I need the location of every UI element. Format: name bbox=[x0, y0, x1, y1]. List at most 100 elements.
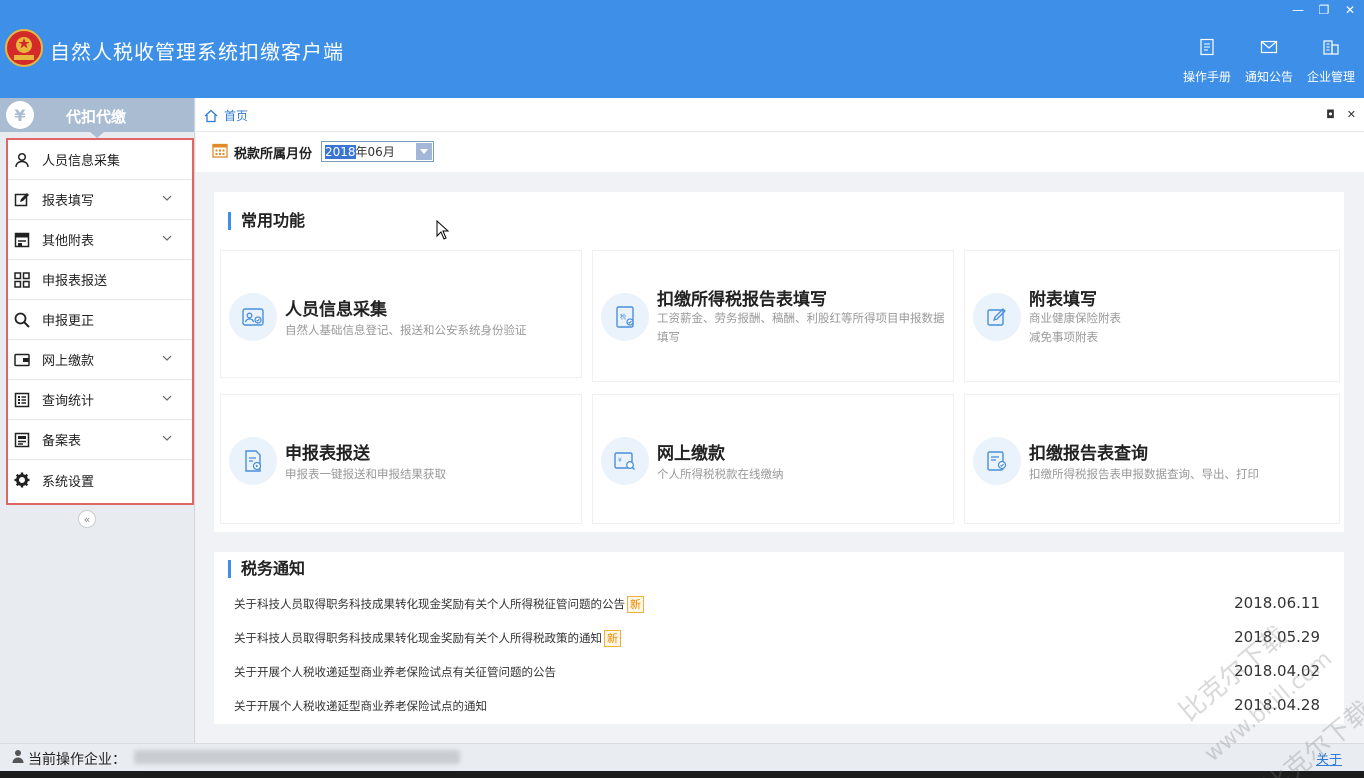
header-toolbar: 操作手册 通知公告 企业管理 bbox=[1180, 38, 1358, 85]
national-emblem-icon bbox=[5, 29, 43, 67]
current-company-value-blurred bbox=[134, 750, 460, 764]
document-icon bbox=[14, 432, 30, 447]
new-badge: 新 bbox=[627, 596, 644, 613]
card-desc: 商业健康保险附表 bbox=[1029, 311, 1121, 325]
sidebar-item-report-fill[interactable]: 报表填写 bbox=[8, 180, 192, 220]
sidebar-item-label: 系统设置 bbox=[42, 474, 95, 490]
dropdown-arrow-icon[interactable] bbox=[416, 143, 432, 160]
chevron-down-icon bbox=[162, 195, 172, 201]
notice-text: 关于开展个人税收递延型商业养老保险试点有关征管问题的公告 bbox=[234, 665, 556, 679]
submit-form-icon bbox=[245, 450, 262, 472]
chevron-down-icon bbox=[162, 235, 172, 241]
sidebar-title: 代扣代缴 bbox=[66, 108, 127, 126]
sidebar-item-label: 人员信息采集 bbox=[42, 154, 121, 169]
tab-home-label: 首页 bbox=[224, 109, 249, 123]
card-desc: 个人所得税税款在线缴纳 bbox=[657, 467, 784, 481]
svg-text:¥: ¥ bbox=[618, 457, 622, 464]
new-badge: 新 bbox=[604, 630, 621, 647]
search-icon bbox=[14, 312, 30, 328]
notice-date: 2018.05.29 bbox=[1234, 628, 1320, 646]
svg-text:税: 税 bbox=[620, 313, 626, 321]
tax-notice-title: 税务通知 bbox=[228, 560, 305, 578]
gear-icon bbox=[14, 472, 30, 488]
sidebar-item-system-settings[interactable]: 系统设置 bbox=[8, 460, 192, 500]
sidebar-item-other-attachments[interactable]: 其他附表 bbox=[8, 220, 192, 260]
card-title: 扣缴所得税报告表填写 bbox=[657, 290, 827, 310]
notice-item[interactable]: 关于开展个人税收递延型商业养老保险试点有关征管问题的公告 2018.04.02 bbox=[234, 660, 1334, 684]
card-icon-wrap: ¥ bbox=[601, 437, 649, 485]
notice-text-wrap: 关于科技人员取得职务科技成果转化现金奖励有关个人所得税征管问题的公告新 bbox=[234, 596, 644, 613]
card-icon-wrap bbox=[229, 293, 277, 341]
notice-button[interactable]: 通知公告 bbox=[1242, 38, 1296, 85]
card-desc: 自然人基础信息登记、报送和公安系统身份验证 bbox=[285, 323, 527, 337]
tax-month-value: 2018年06月 bbox=[322, 143, 416, 160]
card-title: 申报表报送 bbox=[285, 444, 370, 464]
tab-home[interactable]: 首页 bbox=[204, 107, 248, 124]
app-title: 自然人税收管理系统扣缴客户端 bbox=[50, 40, 344, 64]
edit-icon bbox=[987, 308, 1006, 326]
chevron-down-icon bbox=[162, 395, 172, 401]
notice-text: 关于开展个人税收递延型商业养老保险试点的通知 bbox=[234, 699, 487, 713]
tax-month-select[interactable]: 2018年06月 bbox=[321, 141, 434, 162]
card-title: 人员信息采集 bbox=[285, 300, 387, 320]
card-icon-wrap bbox=[973, 437, 1021, 485]
notice-text-wrap: 关于开展个人税收递延型商业养老保险试点的通知 bbox=[234, 698, 487, 714]
chevron-down-icon bbox=[162, 355, 172, 361]
sidebar-item-declaration-correct[interactable]: 申报更正 bbox=[8, 300, 192, 340]
company-manage-label: 企业管理 bbox=[1306, 70, 1355, 84]
notice-date: 2018.06.11 bbox=[1234, 594, 1320, 612]
company-manage-button[interactable]: 企业管理 bbox=[1304, 38, 1358, 85]
card-title: 扣缴报告表查询 bbox=[1029, 444, 1148, 464]
card-withholding-report-fill[interactable]: 税 扣缴所得税报告表填写 工资薪金、劳务报酬、稿酬、利股红等所得项目申报数据填写 bbox=[592, 250, 954, 382]
calendar-icon bbox=[212, 143, 228, 158]
card-personnel-info[interactable]: 人员信息采集 自然人基础信息登记、报送和公安系统身份验证 bbox=[220, 250, 582, 378]
card-declaration-submit[interactable]: 申报表报送 申报表一键报送和申报结果获取 bbox=[220, 394, 582, 524]
notice-label: 通知公告 bbox=[1244, 70, 1293, 84]
status-bar: 当前操作企业： 关于 bbox=[0, 743, 1364, 771]
id-card-icon bbox=[242, 308, 264, 326]
notice-text: 关于科技人员取得职务科技成果转化现金奖励有关个人所得税征管问题的公告 bbox=[234, 597, 625, 611]
user-icon bbox=[12, 750, 24, 763]
edit-icon bbox=[14, 192, 29, 206]
notice-item[interactable]: 关于科技人员取得职务科技成果转化现金奖励有关个人所得税征管问题的公告新 2018… bbox=[234, 592, 1334, 616]
sidebar-item-personnel-info[interactable]: 人员信息采集 bbox=[8, 140, 192, 180]
card-desc: 申报表一键报送和申报结果获取 bbox=[285, 467, 446, 481]
card-desc: 工资薪金、劳务报酬、稿酬、利股红等所得项目申报数据填写 bbox=[657, 311, 945, 344]
sidebar-item-label: 申报表报送 bbox=[42, 274, 108, 289]
mouse-cursor-icon bbox=[436, 220, 450, 240]
tab-bar: 首页 ◘ ✕ bbox=[196, 98, 1364, 132]
card-report-query[interactable]: 扣缴报告表查询 扣缴所得税报告表申报数据查询、导出、打印 bbox=[964, 394, 1340, 524]
card-online-payment[interactable]: ¥ 网上缴款 个人所得税税款在线缴纳 bbox=[592, 394, 954, 524]
user-icon bbox=[15, 152, 29, 167]
sidebar-item-label: 其他附表 bbox=[42, 234, 95, 249]
minimize-button[interactable]: — bbox=[1290, 2, 1306, 18]
card-desc-2: 减免事项附表 bbox=[1029, 330, 1098, 344]
card-icon-wrap bbox=[973, 293, 1021, 341]
sidebar-item-filing-forms[interactable]: 备案表 bbox=[8, 420, 192, 460]
sidebar-item-declaration-submit[interactable]: 申报表报送 bbox=[8, 260, 192, 300]
common-functions-panel: 常用功能 人员信息采集 自然人基础信息登记、报送和公安系统身份验证 税 扣缴所得… bbox=[214, 192, 1344, 532]
sidebar-item-online-payment[interactable]: 网上缴款 bbox=[8, 340, 192, 380]
card-desc: 扣缴所得税报告表申报数据查询、导出、打印 bbox=[1029, 467, 1259, 481]
tab-close-button[interactable]: ✕ bbox=[1347, 108, 1356, 121]
manual-icon bbox=[1200, 38, 1214, 56]
sidebar-item-label: 查询统计 bbox=[42, 394, 95, 409]
about-link[interactable]: 关于 bbox=[1316, 749, 1342, 768]
card-attachment-fill[interactable]: 附表填写 商业健康保险附表 减免事项附表 bbox=[964, 250, 1340, 382]
notice-item[interactable]: 关于开展个人税收递延型商业养老保险试点的通知 2018.04.28 bbox=[234, 694, 1334, 718]
close-button[interactable]: ✕ bbox=[1342, 2, 1358, 18]
notice-text-wrap: 关于科技人员取得职务科技成果转化现金奖励有关个人所得税政策的通知新 bbox=[234, 630, 621, 647]
restore-button[interactable]: ❐ bbox=[1316, 2, 1332, 18]
notice-item[interactable]: 关于科技人员取得职务科技成果转化现金奖励有关个人所得税政策的通知新 2018.0… bbox=[234, 626, 1334, 650]
yen-icon: ¥ bbox=[6, 101, 34, 129]
manual-button[interactable]: 操作手册 bbox=[1180, 38, 1234, 85]
grid-icon bbox=[14, 271, 30, 288]
manual-label: 操作手册 bbox=[1182, 70, 1231, 84]
sidebar-collapse-button[interactable]: « bbox=[78, 510, 96, 528]
form-icon bbox=[14, 232, 30, 247]
tax-month-bar: 税款所属月份 2018年06月 bbox=[196, 132, 1364, 172]
tab-maximize-button[interactable]: ◘ bbox=[1326, 108, 1335, 121]
notice-text-wrap: 关于开展个人税收递延型商业养老保险试点有关征管问题的公告 bbox=[234, 664, 556, 680]
sidebar-item-label: 网上缴款 bbox=[42, 354, 95, 369]
sidebar-item-query-stats[interactable]: 查询统计 bbox=[8, 380, 192, 420]
